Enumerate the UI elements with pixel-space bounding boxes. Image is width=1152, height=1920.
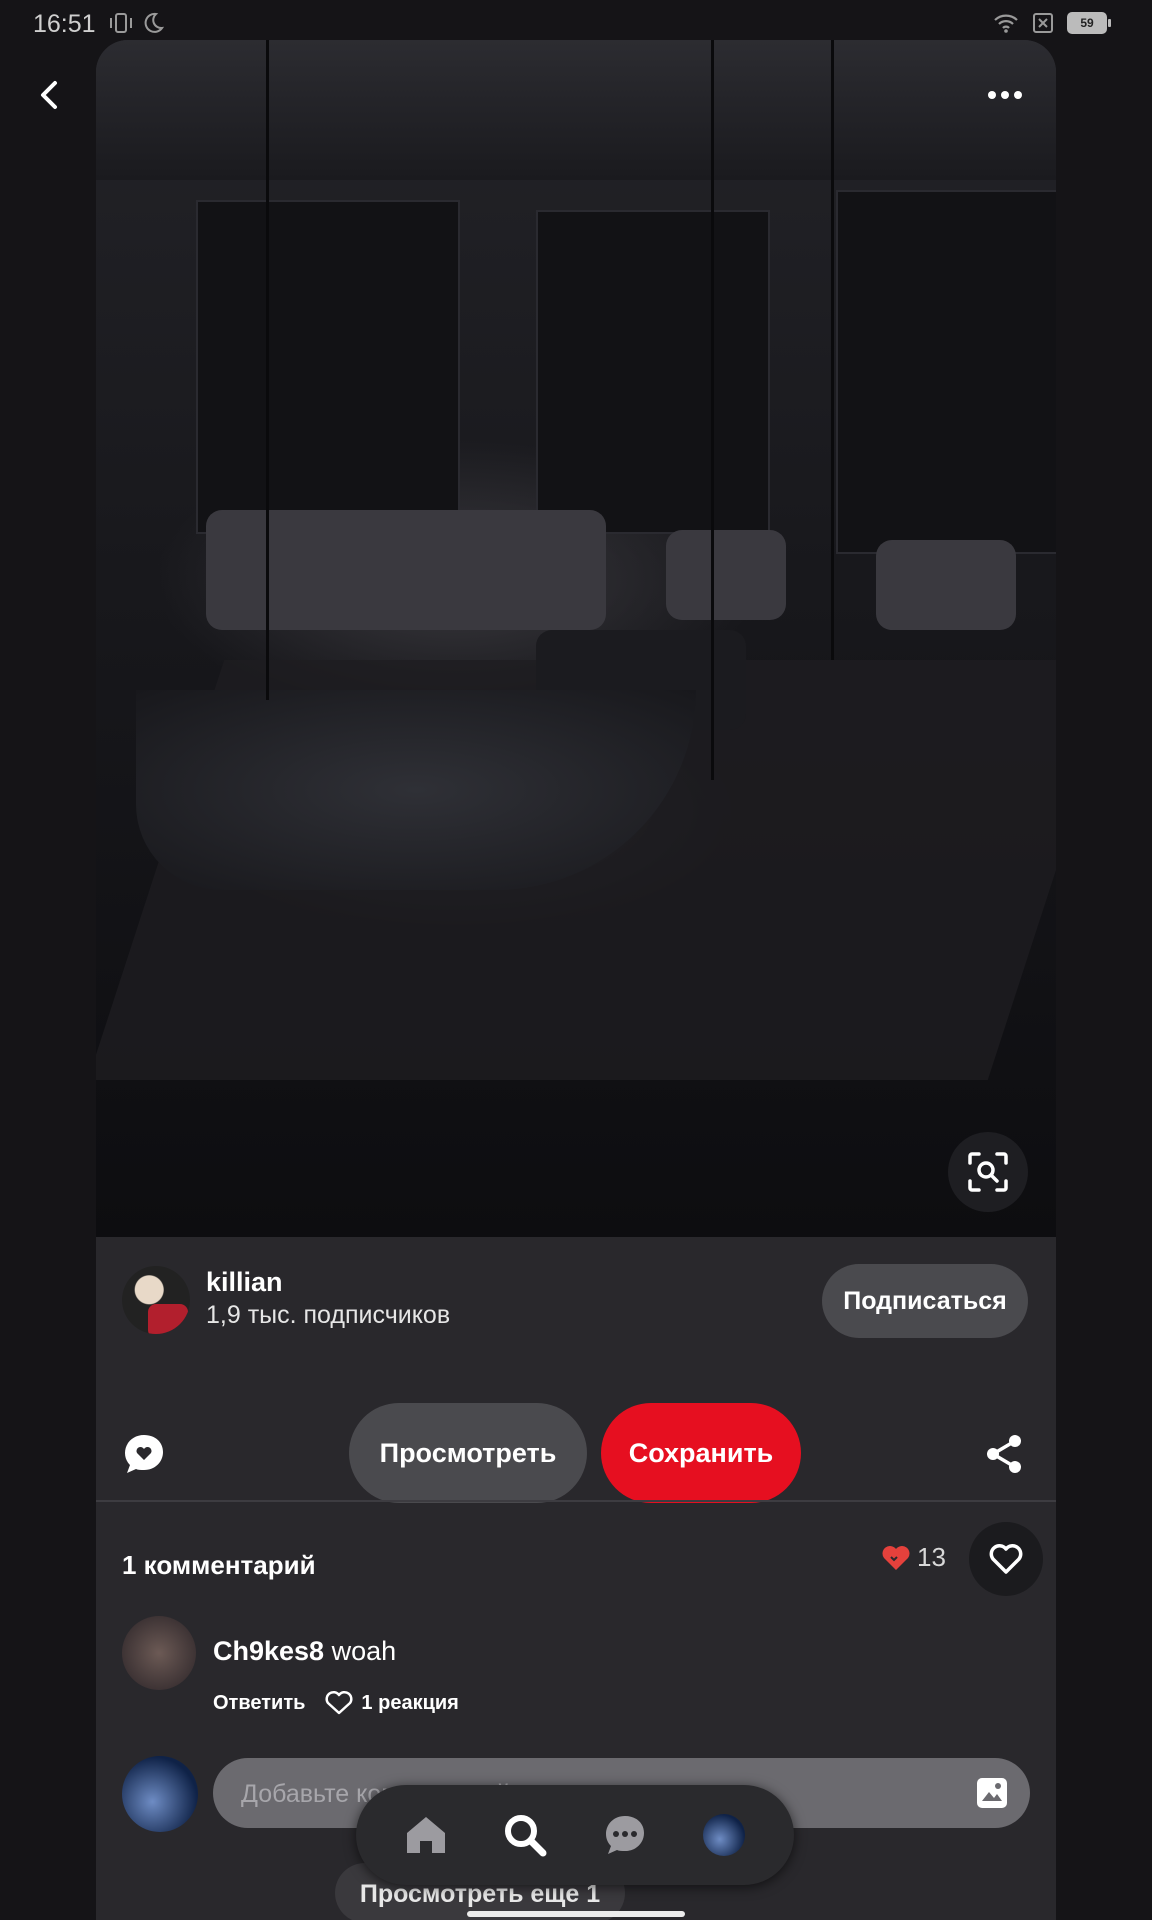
current-user-avatar: [122, 1756, 198, 1832]
visual-search-icon: [968, 1152, 1008, 1192]
no-sim-icon: [1033, 13, 1053, 33]
comment-button[interactable]: [122, 1432, 166, 1476]
image-rope: [266, 40, 269, 700]
comment-actions: Ответить 1 реакция: [213, 1690, 459, 1716]
comment-text: Ch9kes8 woah: [213, 1636, 396, 1667]
status-time: 16:51: [33, 10, 96, 38]
home-indicator: [467, 1911, 685, 1917]
wifi-icon: [994, 14, 1018, 33]
share-icon: [987, 1435, 1021, 1473]
share-button[interactable]: [984, 1434, 1024, 1474]
status-icons-right: 59: [993, 12, 1111, 34]
reply-button[interactable]: Ответить: [213, 1692, 305, 1715]
comment-author[interactable]: Ch9kes8: [213, 1636, 324, 1666]
save-button[interactable]: Сохранить: [601, 1403, 801, 1503]
heart-outline-icon: [325, 1690, 353, 1715]
view-button[interactable]: Просмотреть: [349, 1403, 587, 1503]
search-icon: [505, 1815, 547, 1857]
image-ceiling: [96, 40, 1056, 180]
pin-image[interactable]: [96, 40, 1056, 1237]
image-rope: [711, 40, 714, 780]
nav-messages[interactable]: [597, 1807, 653, 1863]
image-rope: [831, 40, 834, 660]
reactions-count: 13: [917, 1542, 946, 1572]
image-shelf: [196, 200, 460, 534]
divider: [96, 1500, 1056, 1502]
follow-button[interactable]: Подписаться: [822, 1264, 1028, 1338]
image-window: [536, 210, 770, 534]
comment-reaction-button[interactable]: 1 реакция: [325, 1690, 459, 1716]
author-name[interactable]: killian: [206, 1267, 283, 1298]
comment-reactions-count: 1 реакция: [361, 1691, 459, 1714]
heart-reaction-icon: [882, 1545, 910, 1570]
back-icon: [41, 81, 57, 109]
pin-card: killian 1,9 тыс. подписчиков Подписаться…: [96, 40, 1056, 1920]
status-icons-left: [108, 12, 164, 34]
author-avatar[interactable]: [122, 1266, 190, 1334]
bottom-navigation: [356, 1785, 794, 1885]
profile-avatar: [703, 1814, 746, 1856]
action-row: Просмотреть Сохранить: [96, 1380, 1056, 1530]
more-icon: [988, 91, 1022, 99]
image-armchair: [666, 530, 786, 620]
image-icon[interactable]: [976, 1777, 1008, 1809]
like-button[interactable]: [969, 1522, 1043, 1596]
image-armchair: [876, 540, 1016, 630]
nav-search[interactable]: [497, 1807, 553, 1863]
back-button[interactable]: [24, 70, 74, 120]
battery-indicator: 59: [1067, 12, 1111, 34]
reactions-summary[interactable]: 13: [881, 1542, 946, 1573]
messages-icon: [605, 1816, 644, 1854]
home-icon: [406, 1817, 445, 1853]
comment-author-avatar[interactable]: [122, 1616, 196, 1690]
author-followers: 1,9 тыс. подписчиков: [206, 1301, 451, 1329]
nav-profile[interactable]: [696, 1807, 752, 1863]
image-window: [836, 190, 1056, 554]
nav-home[interactable]: [398, 1807, 454, 1863]
vibrate-icon: [110, 13, 132, 33]
visual-search-button[interactable]: [948, 1132, 1028, 1212]
moon-icon: [144, 12, 164, 33]
author-row: killian 1,9 тыс. подписчиков Подписаться: [96, 1237, 1056, 1397]
more-options-button[interactable]: [980, 70, 1030, 120]
heart-icon: [989, 1544, 1023, 1574]
comments-count: 1 комментарий: [122, 1550, 316, 1580]
comment-body: woah: [331, 1636, 397, 1666]
comment-icon: [125, 1435, 163, 1473]
